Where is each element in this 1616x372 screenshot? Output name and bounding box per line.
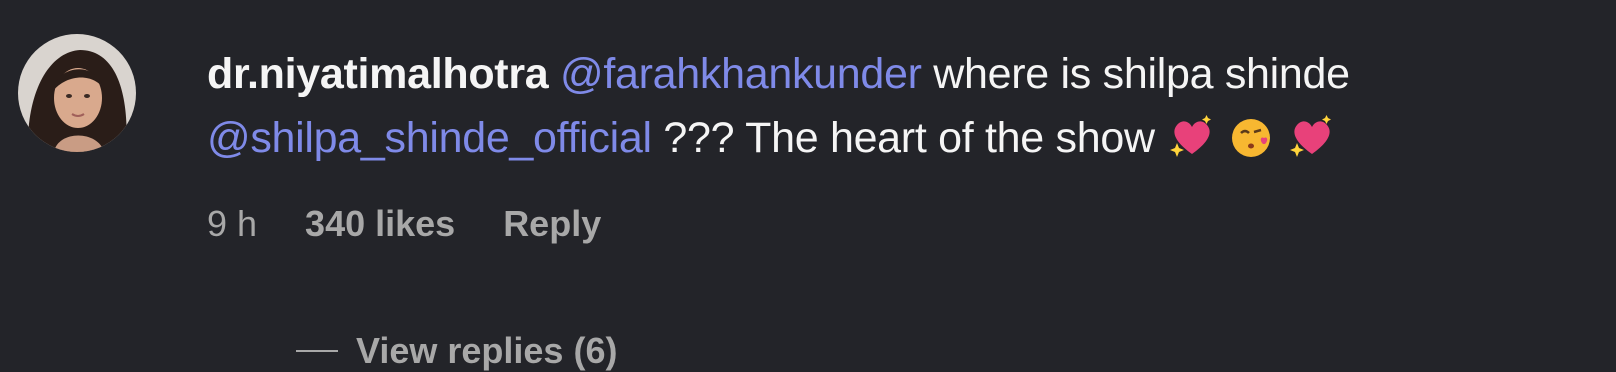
view-replies-button[interactable]: View replies (6) [296,330,617,372]
sparkling-heart-icon [1289,114,1335,160]
comment-meta: 9 h 340 likes Reply [207,202,601,246]
sparkling-heart-icon [1169,114,1215,160]
likes-count[interactable]: 340 likes [305,202,455,246]
comment-text: ??? The heart of the show [651,114,1155,162]
comment-body: dr.niyatimalhotra @farahkhankunder where… [207,42,1597,170]
mention-link[interactable]: @farahkhankunder [560,50,922,98]
divider [296,350,338,352]
comment: dr.niyatimalhotra @farahkhankunder where… [0,0,1616,371]
view-replies-label: View replies (6) [356,330,618,371]
comment-username[interactable]: dr.niyatimalhotra [207,50,549,98]
comment-timestamp[interactable]: 9 h [207,202,257,246]
avatar-image [18,34,136,152]
avatar[interactable] [18,34,136,152]
comment-text: where is shilpa shinde [921,50,1350,98]
face-blowing-kiss-icon [1229,114,1275,160]
mention-link[interactable]: @shilpa_shinde_official [207,114,652,162]
reply-button[interactable]: Reply [503,202,601,246]
